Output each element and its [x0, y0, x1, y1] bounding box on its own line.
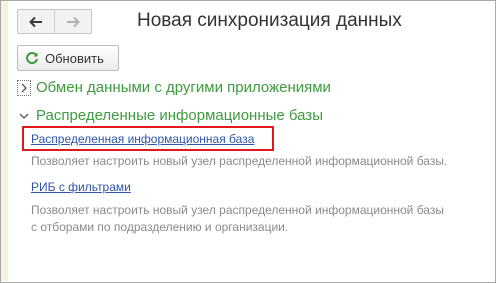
navigation-buttons [17, 9, 92, 34]
chevron-right-icon [17, 79, 31, 96]
group-exchange-other-apps[interactable]: Обмен данными с другими приложениями [17, 79, 331, 96]
forward-button[interactable] [54, 10, 91, 33]
description-distributed-infobase: Позволяет настроить новый узел распредел… [31, 154, 448, 168]
refresh-button-label: Обновить [45, 50, 104, 66]
group-distributed-infobases[interactable]: Распределенные информационные базы [17, 107, 323, 124]
arrow-right-icon [67, 16, 80, 27]
arrow-left-icon [29, 16, 42, 27]
group-label: Обмен данными с другими приложениями [36, 79, 331, 96]
left-accent-strip [1, 1, 8, 281]
group-label: Распределенные информационные базы [36, 107, 323, 124]
chevron-down-icon [17, 108, 31, 124]
refresh-icon [26, 52, 38, 65]
link-rib-with-filters[interactable]: РИБ с фильтрами [31, 180, 131, 194]
highlight-frame [22, 126, 274, 151]
description-rib-with-filters-line1: Позволяет настроить новый узел распредел… [31, 203, 444, 217]
back-button[interactable] [18, 10, 54, 33]
description-rib-with-filters-line2: с отборами по подразделению и организаци… [31, 220, 289, 234]
page-title: Новая синхронизация данных [137, 10, 402, 31]
refresh-button[interactable]: Обновить [17, 45, 119, 71]
